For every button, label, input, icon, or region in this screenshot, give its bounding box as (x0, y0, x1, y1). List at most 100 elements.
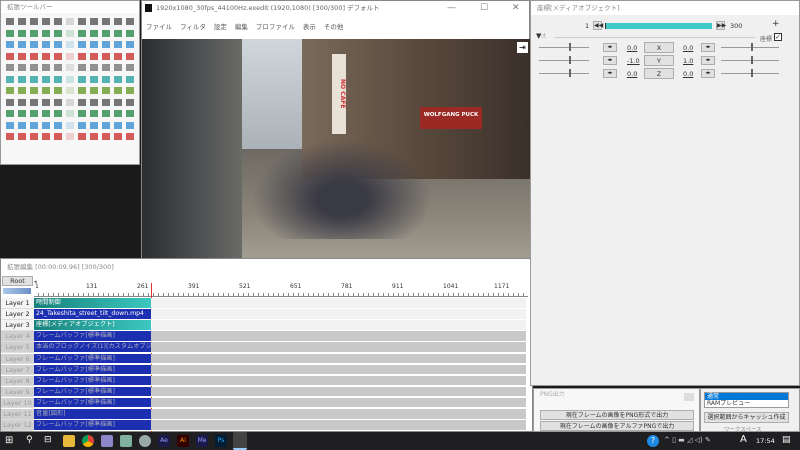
toolbar-tool-icon[interactable] (6, 41, 14, 48)
toolbar-tool-icon[interactable] (90, 87, 98, 94)
left-slider-track[interactable] (539, 60, 589, 61)
video-preview[interactable]: NO CAFE WOLFGANG PUCK ⇥ (142, 39, 531, 259)
aviutl-icon[interactable] (233, 432, 247, 450)
toolbar-tool-icon[interactable] (90, 75, 98, 83)
toolbar-tool-icon[interactable] (54, 110, 62, 117)
toolbar-tool-icon[interactable] (54, 18, 62, 25)
toolbar-tool-icon[interactable] (6, 64, 14, 71)
toolbar-tool-icon[interactable] (90, 18, 98, 25)
toolbar-tool-icon[interactable] (18, 64, 26, 71)
toolbar-tool-icon[interactable] (102, 75, 110, 83)
zoom-slider[interactable] (3, 288, 31, 294)
layer-label[interactable]: Layer 10 (1, 397, 34, 409)
toolbar-tool-icon[interactable] (102, 41, 110, 48)
right-step-buttons[interactable]: ◂▸ (701, 69, 715, 78)
toolbar-tool-icon[interactable] (42, 41, 50, 48)
toolbar-tool-icon[interactable] (30, 52, 38, 60)
toolbar-tool-icon[interactable] (114, 121, 122, 129)
layer-row[interactable]: 本当のブロックノイズ(1)[カスタムオブジェクト] (34, 342, 526, 353)
menu-view[interactable]: 表示 (303, 21, 316, 33)
toolbar-tool-icon[interactable] (66, 110, 74, 117)
add-filter-button[interactable]: + (772, 19, 780, 29)
media-encoder-icon[interactable]: Me (196, 435, 208, 447)
toolbar-tool-icon[interactable] (114, 29, 122, 37)
task-view-icon[interactable]: ⊟ (44, 435, 52, 445)
toolbar-tool-icon[interactable] (30, 29, 38, 37)
start-icon[interactable]: ⊞ (5, 435, 13, 446)
left-slider-knob[interactable] (569, 69, 571, 77)
timeline-clip[interactable]: フレームバッファ[標準描画] (34, 386, 151, 397)
toolbar-tool-icon[interactable] (102, 29, 110, 37)
toolbar-tool-icon[interactable] (6, 98, 14, 106)
toolbar-tool-icon[interactable] (78, 29, 86, 37)
right-slider-knob[interactable] (751, 56, 753, 64)
root-button[interactable]: Root (2, 276, 33, 286)
toolbar-tool-icon[interactable] (30, 98, 38, 106)
toolbar-tool-icon[interactable] (78, 18, 86, 25)
layer-row[interactable]: 24_Takeshita_street_tilt_down.mp4 (34, 309, 526, 320)
toolbar-tool-icon[interactable] (18, 87, 26, 94)
prev-keyframe-button[interactable]: ◀◀ (593, 21, 603, 30)
export-png-button[interactable]: 現在フレームの画像をPNG形式で出力 (540, 410, 694, 420)
toolbar-tool-icon[interactable] (18, 121, 26, 129)
enable-checkbox[interactable]: ✓ (774, 33, 782, 41)
start-value[interactable]: 0.0 (627, 70, 637, 78)
toolbar-tool-icon[interactable] (54, 98, 62, 106)
toolbar-tool-icon[interactable] (78, 75, 86, 83)
explorer-icon[interactable] (63, 435, 75, 447)
toolbar-tool-icon[interactable] (66, 121, 74, 129)
timeline-clip[interactable]: フレームバッファ[標準描画] (34, 375, 151, 386)
left-slider-knob[interactable] (569, 56, 571, 64)
toolbar-tool-icon[interactable] (78, 87, 86, 94)
layer-label[interactable]: Layer 4 (1, 331, 34, 342)
layer-row[interactable]: 座標[メディアオブジェクト] (33, 319, 526, 331)
toolbar-tool-icon[interactable] (90, 110, 98, 117)
toolbar-tool-icon[interactable] (126, 29, 134, 37)
toolbar-tool-icon[interactable] (90, 121, 98, 129)
layer-label[interactable]: Layer 5 (1, 342, 34, 353)
toolbar-tool-icon[interactable] (126, 98, 134, 106)
toolbar-tool-icon[interactable] (6, 121, 14, 129)
toolbar-tool-icon[interactable] (66, 64, 74, 71)
toolbar-tool-icon[interactable] (78, 133, 86, 140)
toolbar-tool-icon[interactable] (42, 98, 50, 106)
toolbar-tool-icon[interactable] (90, 133, 98, 140)
toolbar-tool-icon[interactable] (54, 75, 62, 83)
toolbar-tool-icon[interactable] (114, 18, 122, 25)
toolbar-tool-icon[interactable] (66, 52, 74, 60)
menu-file[interactable]: ファイル (146, 21, 172, 33)
timeline-clip[interactable]: フレームバッファ[標準描画] (34, 331, 151, 341)
layer-label[interactable]: Layer 9 (1, 386, 34, 398)
right-step-buttons[interactable]: ◂▸ (701, 56, 715, 65)
toolbar-tool-icon[interactable] (126, 87, 134, 94)
toolbar-tool-icon[interactable] (42, 64, 50, 71)
toolbar-tool-icon[interactable] (6, 18, 14, 25)
right-slider-knob[interactable] (751, 69, 753, 77)
toolbar-tool-icon[interactable] (102, 110, 110, 117)
toolbar-tool-icon[interactable] (102, 87, 110, 94)
right-slider-track[interactable] (721, 60, 779, 61)
param-button-x[interactable]: X (644, 42, 674, 53)
timeline-clip[interactable]: 本当のブロックノイズ(1)[カスタムオブジェクト] (34, 342, 151, 352)
toolbar-tool-icon[interactable] (102, 133, 110, 140)
toolbar-tool-icon[interactable] (102, 98, 110, 106)
menu-edit[interactable]: 編集 (235, 21, 248, 33)
toolbar-tool-icon[interactable] (30, 64, 38, 71)
toolbar-tool-icon[interactable] (54, 121, 62, 129)
expand-icon[interactable]: ⇥ (517, 42, 528, 53)
menu-other[interactable]: その他 (324, 21, 344, 33)
toolbar-tool-icon[interactable] (42, 133, 50, 140)
timeline-ruler[interactable]: 1 131 261 391 521 651 781 911 1041 1171 (34, 283, 528, 297)
layer-row[interactable]: フレームバッファ[標準描画] (34, 331, 526, 342)
left-step-buttons[interactable]: ◂▸ (603, 43, 617, 52)
end-value[interactable]: 0.0 (683, 44, 693, 52)
layer-label[interactable]: Layer 6 (1, 353, 34, 364)
chrome-icon[interactable] (82, 435, 94, 447)
left-slider-track[interactable] (539, 73, 589, 74)
toolbar-tool-icon[interactable] (42, 110, 50, 117)
timeline-clip[interactable]: 24_Takeshita_street_tilt_down.mp4 (34, 309, 151, 319)
toolbar-tool-icon[interactable] (18, 18, 26, 25)
toolbar-tool-icon[interactable] (114, 87, 122, 94)
toolbar-tool-icon[interactable] (102, 121, 110, 129)
tray-icons[interactable]: ^ ▯ ▬ ◿ ◁) ✎ (664, 436, 711, 444)
